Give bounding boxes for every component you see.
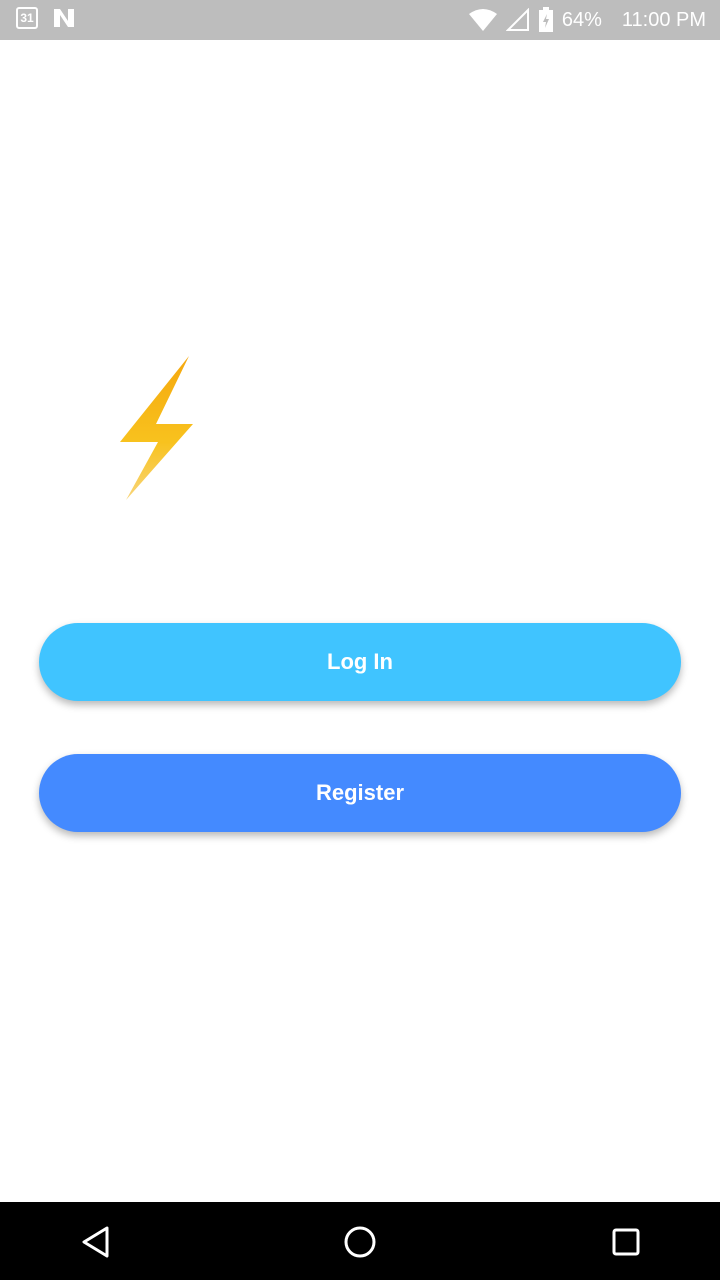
wifi-icon (468, 9, 497, 31)
recents-icon[interactable] (606, 1222, 646, 1262)
status-left: 31 (16, 7, 76, 29)
battery-percent: 64% (561, 8, 602, 31)
lightning-bolt-icon (116, 354, 196, 504)
back-icon[interactable] (75, 1222, 115, 1262)
calendar-icon: 31 (16, 7, 38, 29)
home-icon[interactable] (340, 1222, 380, 1262)
register-button[interactable]: Register (39, 754, 681, 832)
status-right: 64% 11:00 PM (468, 0, 706, 40)
navigation-bar (0, 1202, 720, 1280)
signal-icon (505, 8, 529, 31)
clock: 11:00 PM (621, 8, 706, 31)
n-icon (54, 9, 74, 27)
login-button[interactable]: Log In (39, 623, 681, 701)
battery-icon (538, 7, 553, 32)
status-bar: 31 64% 11:00 PM (0, 0, 720, 40)
